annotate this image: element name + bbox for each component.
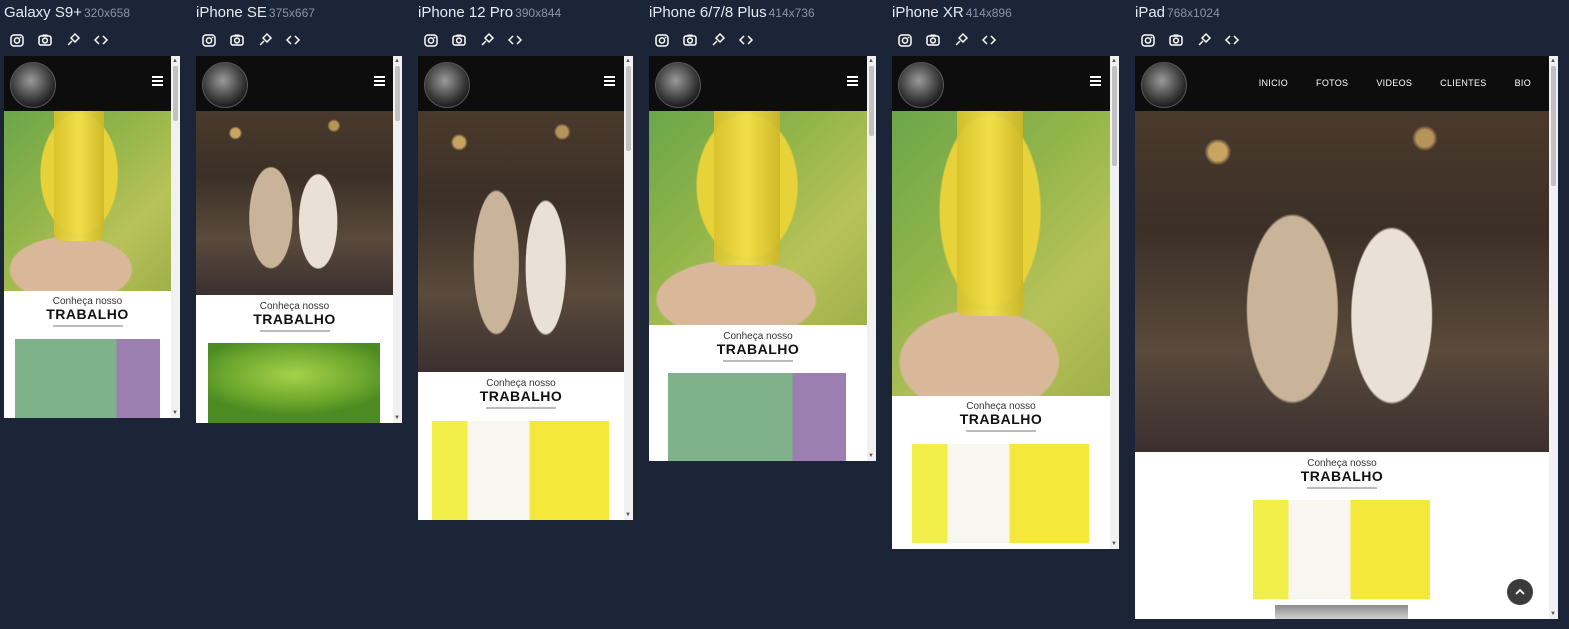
- work-thumbnail[interactable]: [668, 373, 846, 461]
- device-size: 768x1024: [1167, 6, 1220, 20]
- logo-avatar[interactable]: [655, 62, 701, 108]
- link-icon[interactable]: [254, 30, 276, 50]
- nav-link-bio[interactable]: BIO: [1515, 78, 1531, 88]
- hero-image: [4, 111, 171, 291]
- work-thumbnail[interactable]: [15, 339, 160, 418]
- logo-avatar[interactable]: [898, 62, 944, 108]
- scrollbar[interactable]: ▲ ▼: [1110, 56, 1119, 549]
- device-name: iPhone SE: [196, 4, 267, 21]
- camera-icon[interactable]: [226, 30, 248, 50]
- device-name: iPhone XR: [892, 4, 964, 21]
- work-title: TRABALHO: [1300, 468, 1384, 484]
- site-nav-links: INICIO FOTOS VIDEOS CLIENTES BIO: [1259, 78, 1531, 88]
- scrollbar[interactable]: ▲ ▼: [1549, 56, 1558, 619]
- title-underline: [52, 325, 123, 327]
- link-icon[interactable]: [476, 30, 498, 50]
- scrollbar[interactable]: ▲ ▼: [867, 56, 876, 461]
- work-title: TRABALHO: [253, 311, 336, 327]
- device-viewport: INICIO FOTOS VIDEOS CLIENTES BIO Conheça…: [1135, 56, 1558, 619]
- link-icon[interactable]: [950, 30, 972, 50]
- instagram-icon[interactable]: [894, 30, 916, 50]
- logo-avatar[interactable]: [10, 62, 56, 108]
- hero-image: [418, 111, 624, 372]
- logo-avatar[interactable]: [202, 62, 248, 108]
- device-viewport: Conheça nosso TRABALHO ▲ ▼: [196, 56, 402, 423]
- menu-icon[interactable]: [152, 76, 163, 86]
- device-name: iPhone 6/7/8 Plus: [649, 4, 767, 21]
- site-navbar: [418, 56, 624, 111]
- site-navbar: [196, 56, 393, 111]
- title-underline: [1307, 487, 1377, 489]
- camera-icon[interactable]: [448, 30, 470, 50]
- instagram-icon[interactable]: [6, 30, 28, 50]
- device-viewport: Conheça nosso TRABALHO ▲ ▼: [649, 56, 876, 461]
- scrollbar[interactable]: ▲ ▼: [171, 56, 180, 418]
- hero-image: [892, 111, 1110, 396]
- instagram-icon[interactable]: [651, 30, 673, 50]
- menu-icon[interactable]: [374, 76, 385, 86]
- device-size: 390x844: [515, 6, 562, 20]
- work-thumbnail[interactable]: [1253, 500, 1430, 599]
- site-navbar: [4, 56, 171, 111]
- menu-icon[interactable]: [604, 76, 615, 86]
- instagram-icon[interactable]: [420, 30, 442, 50]
- nav-link-clientes[interactable]: CLIENTES: [1440, 78, 1486, 88]
- code-icon[interactable]: [1221, 30, 1243, 50]
- device-size: 414x736: [768, 6, 815, 20]
- nav-link-fotos[interactable]: FOTOS: [1316, 78, 1348, 88]
- work-thumbnail[interactable]: [208, 343, 380, 423]
- code-icon[interactable]: [735, 30, 757, 50]
- device-name: Galaxy S9+: [4, 4, 82, 21]
- link-icon[interactable]: [1193, 30, 1215, 50]
- camera-icon[interactable]: [34, 30, 56, 50]
- camera-icon[interactable]: [922, 30, 944, 50]
- title-underline: [966, 430, 1036, 432]
- title-underline: [723, 360, 793, 362]
- chevron-up-icon: [1515, 588, 1525, 595]
- instagram-icon[interactable]: [198, 30, 220, 50]
- link-icon[interactable]: [707, 30, 729, 50]
- nav-link-inicio[interactable]: INICIO: [1259, 78, 1288, 88]
- device-size: 320x658: [83, 6, 131, 20]
- code-icon[interactable]: [282, 30, 304, 50]
- work-title: TRABALHO: [959, 411, 1043, 427]
- nav-link-videos[interactable]: VIDEOS: [1376, 78, 1412, 88]
- menu-icon[interactable]: [1090, 76, 1101, 86]
- work-title: TRABALHO: [479, 388, 563, 404]
- hero-image: [1135, 111, 1549, 452]
- scrollbar[interactable]: ▲ ▼: [624, 56, 633, 520]
- link-icon[interactable]: [62, 30, 84, 50]
- work-title: TRABALHO: [716, 341, 800, 357]
- title-underline: [486, 407, 556, 409]
- device-size: 414x896: [965, 6, 1012, 20]
- device-name: iPhone 12 Pro: [418, 4, 514, 21]
- work-thumbnail[interactable]: [912, 444, 1089, 543]
- device-name: iPad: [1135, 4, 1166, 21]
- device-size: 375x667: [268, 6, 315, 20]
- code-icon[interactable]: [90, 30, 112, 50]
- menu-icon[interactable]: [847, 76, 858, 86]
- device-viewport: Conheça nosso TRABALHO ▲ ▼: [892, 56, 1119, 549]
- site-navbar: [892, 56, 1110, 111]
- code-icon[interactable]: [504, 30, 526, 50]
- instagram-icon[interactable]: [1137, 30, 1159, 50]
- site-navbar: [649, 56, 867, 111]
- back-to-top-button[interactable]: [1507, 579, 1533, 605]
- camera-icon[interactable]: [679, 30, 701, 50]
- device-viewport: Conheça nosso TRABALHO ▲ ▼: [4, 56, 180, 418]
- site-navbar: INICIO FOTOS VIDEOS CLIENTES BIO: [1135, 56, 1549, 111]
- device-viewport: Conheça nosso TRABALHO ▲ ▼: [418, 56, 633, 520]
- title-underline: [259, 330, 330, 332]
- logo-avatar[interactable]: [1141, 62, 1187, 108]
- work-thumbnail[interactable]: [1275, 605, 1408, 619]
- hero-image: [649, 111, 867, 325]
- work-title: TRABALHO: [46, 306, 129, 322]
- code-icon[interactable]: [978, 30, 1000, 50]
- hero-image: [196, 111, 393, 295]
- camera-icon[interactable]: [1165, 30, 1187, 50]
- work-thumbnail[interactable]: [432, 421, 609, 520]
- logo-avatar[interactable]: [424, 62, 470, 108]
- scrollbar[interactable]: ▲ ▼: [393, 56, 402, 423]
